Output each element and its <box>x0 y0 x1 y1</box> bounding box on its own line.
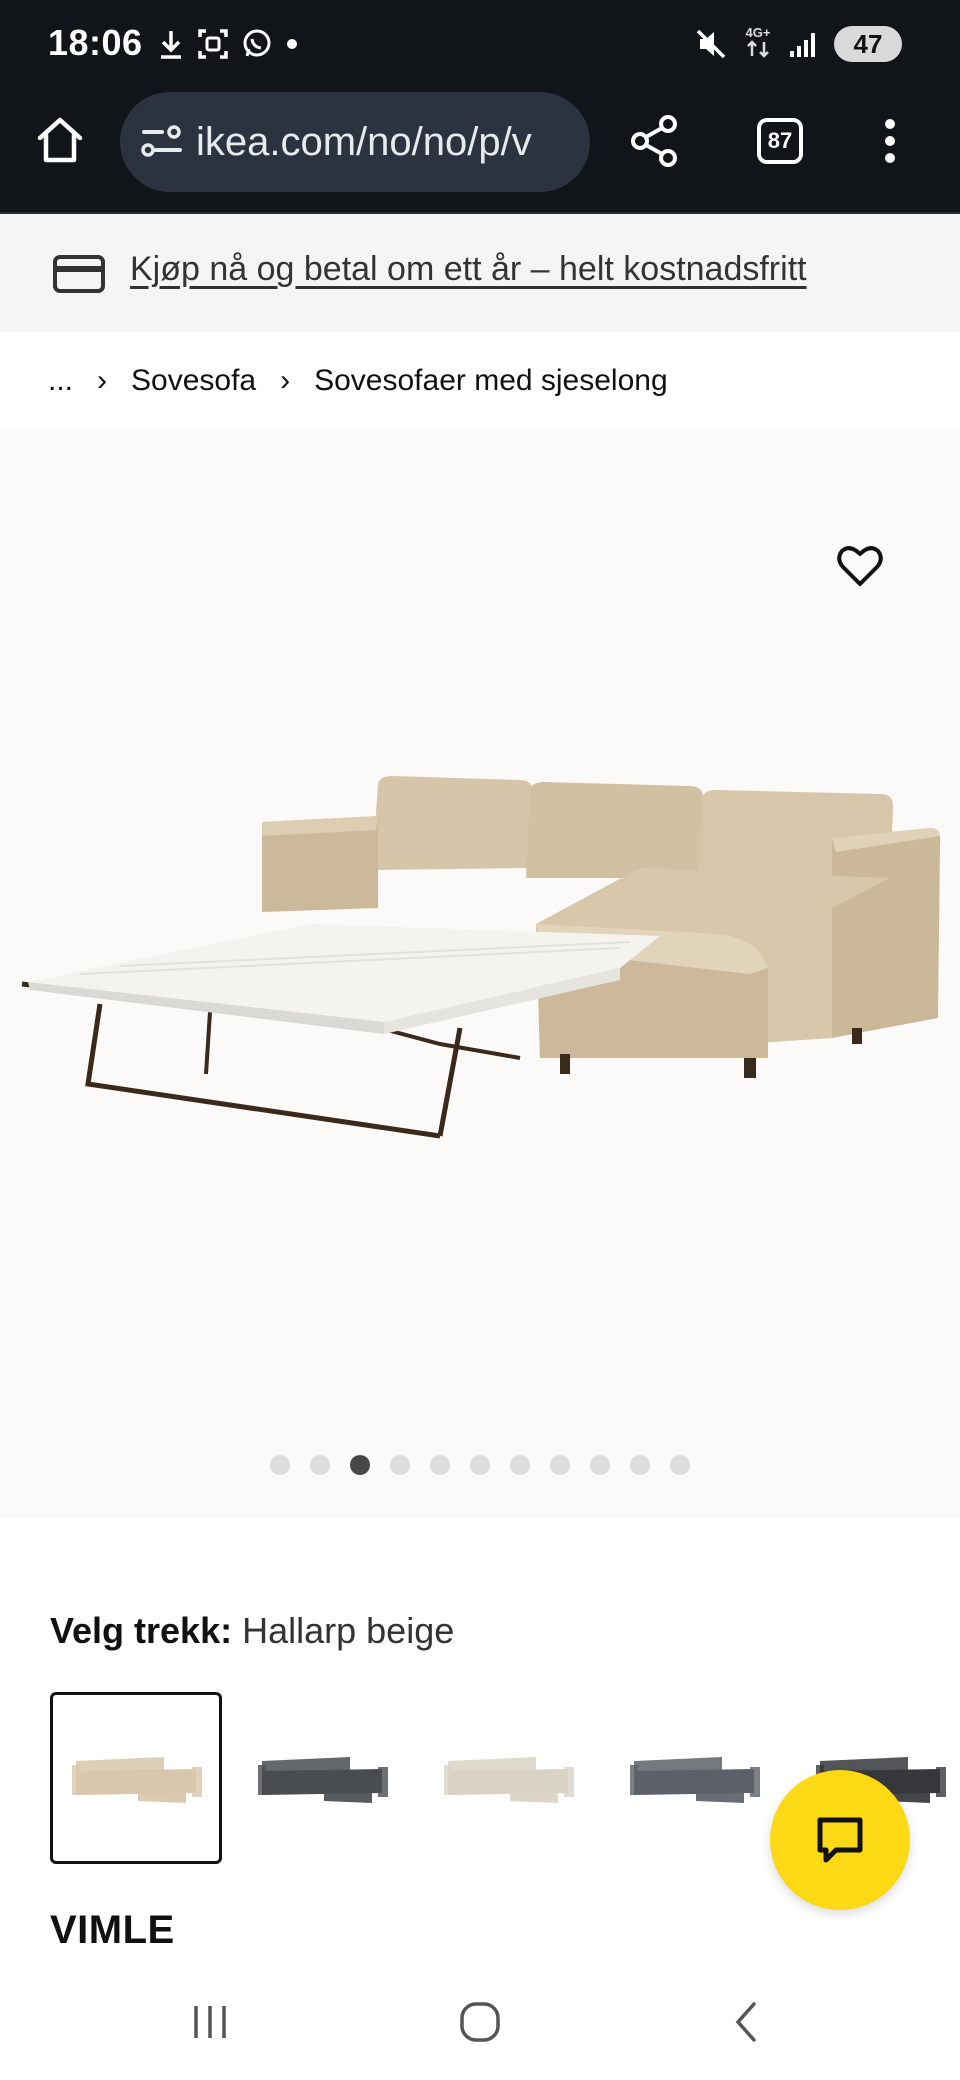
network-label: 4G+ <box>745 24 771 40</box>
choose-value: Hallarp beige <box>242 1610 455 1651</box>
download-icon <box>161 31 181 59</box>
sofa-thumbnail <box>630 1757 760 1803</box>
dot-icon <box>287 39 297 49</box>
network-icon: 4G+ <box>744 24 772 63</box>
tab-switcher-button[interactable]: 87 <box>757 118 803 164</box>
credit-card-icon <box>53 255 105 293</box>
payment-promo-banner[interactable]: Kjøp nå og betal om ett år – helt kostna… <box>0 212 960 332</box>
breadcrumb-item-sovesofaer-med-sjeselong[interactable]: Sovesofaer med sjeselong <box>314 364 668 398</box>
signal-icon <box>790 33 815 57</box>
gallery-dot[interactable] <box>630 1455 650 1475</box>
breadcrumb-item-sovesofa[interactable]: Sovesofa <box>131 364 256 398</box>
more-menu-icon[interactable] <box>880 116 900 166</box>
cover-swatch[interactable] <box>608 1692 780 1864</box>
product-image <box>21 776 941 1139</box>
gallery-pagination <box>0 1455 960 1475</box>
address-bar[interactable]: ikea.com/no/no/p/v <box>120 92 590 192</box>
share-icon[interactable] <box>628 114 682 168</box>
gallery-dot[interactable] <box>550 1455 570 1475</box>
status-system-icons: 4G+ 47 <box>694 22 902 66</box>
screenshot-icon <box>198 29 228 59</box>
breadcrumb: ... › Sovesofa › Sovesofaer med sjeselon… <box>48 364 668 398</box>
chevron-right-icon: › <box>280 364 291 397</box>
breadcrumb-item-more[interactable]: ... <box>48 364 73 398</box>
status-notification-icons <box>156 24 300 64</box>
sofa-thumbnail <box>444 1757 574 1803</box>
gallery-dot[interactable] <box>470 1455 490 1475</box>
product-image-gallery[interactable] <box>0 428 960 1518</box>
choose-label: Velg trekk: <box>50 1610 233 1651</box>
chat-icon <box>817 1817 863 1863</box>
recent-apps-button[interactable] <box>170 1992 250 2052</box>
heart-icon[interactable] <box>834 540 886 592</box>
cover-swatch[interactable] <box>422 1692 594 1864</box>
site-settings-icon[interactable] <box>140 122 184 162</box>
cover-swatch[interactable] <box>236 1692 408 1864</box>
browser-toolbar: ikea.com/no/no/p/v 87 <box>0 88 960 212</box>
status-bar: 18:06 4G+ 47 <box>0 0 960 88</box>
cover-selection-label: Velg trekk: Hallarp beige <box>50 1610 454 1652</box>
product-name: VIMLE <box>50 1908 175 1952</box>
gallery-dot[interactable] <box>270 1455 290 1475</box>
sofa-thumbnail <box>258 1757 388 1803</box>
back-icon <box>735 2002 756 2042</box>
gallery-dot[interactable] <box>590 1455 610 1475</box>
gallery-dot[interactable] <box>310 1455 330 1475</box>
chevron-right-icon: › <box>97 364 108 397</box>
home-icon[interactable] <box>34 114 86 166</box>
home-circle-icon <box>460 2002 500 2042</box>
recent-apps-icon <box>194 2006 226 2038</box>
gallery-dot[interactable] <box>390 1455 410 1475</box>
gallery-dot[interactable] <box>430 1455 450 1475</box>
back-button[interactable] <box>708 1992 788 2052</box>
battery-icon: 47 <box>834 26 902 62</box>
home-button[interactable] <box>440 1992 520 2052</box>
gallery-dot[interactable] <box>350 1455 370 1475</box>
sofa-thumbnail <box>72 1757 202 1803</box>
url-text[interactable]: ikea.com/no/no/p/v <box>196 120 532 165</box>
mute-icon <box>696 29 726 59</box>
whatsapp-icon <box>243 29 271 57</box>
gallery-dot[interactable] <box>670 1455 690 1475</box>
cover-swatch[interactable] <box>50 1692 222 1864</box>
system-navigation-bar <box>0 1962 960 2080</box>
gallery-dot[interactable] <box>510 1455 530 1475</box>
promo-link[interactable]: Kjøp nå og betal om ett år – helt kostna… <box>130 250 807 289</box>
chat-button[interactable] <box>770 1770 910 1910</box>
status-time: 18:06 <box>48 22 143 63</box>
